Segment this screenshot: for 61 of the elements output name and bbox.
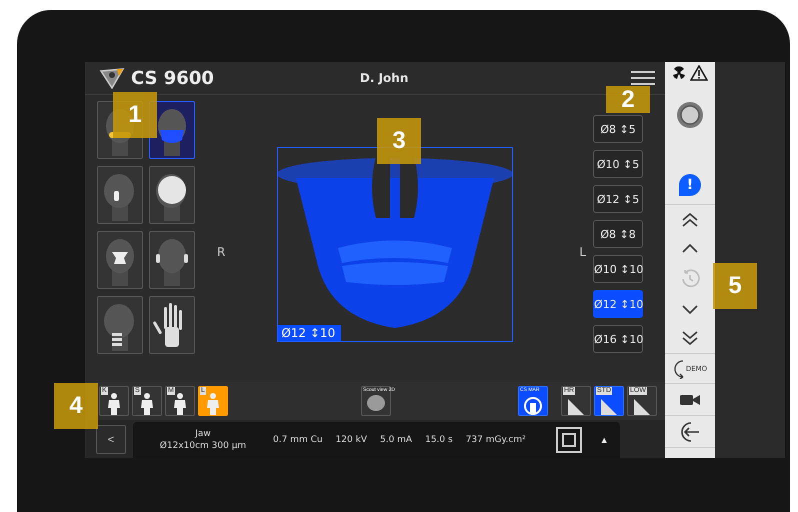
- anatomy-button[interactable]: [149, 296, 195, 354]
- radiation-icon: [672, 66, 686, 80]
- knob-icon[interactable]: [676, 101, 704, 129]
- head-front-icon: [158, 109, 186, 156]
- double-up-chevron-icon[interactable]: [681, 213, 699, 227]
- field-of-view-option[interactable]: Ø10 ↕10: [593, 255, 644, 283]
- anatomy-button[interactable]: [97, 231, 143, 289]
- head-front-icon: [106, 239, 134, 286]
- field-of-view-option[interactable]: Ø8 ↕5: [593, 115, 644, 143]
- field-of-view-option[interactable]: Ø8 ↕8: [593, 220, 644, 248]
- voltage-value: 120 kV: [336, 435, 367, 445]
- person-icon: [205, 393, 221, 415]
- filter-value: 0.7 mm Cu: [273, 435, 323, 445]
- anatomy-button[interactable]: [149, 166, 195, 224]
- alert-badge[interactable]: !: [679, 174, 701, 196]
- field-of-view-label: Ø12 ↕10: [278, 325, 342, 341]
- exit-icon[interactable]: [679, 420, 701, 442]
- left-side-label: L: [579, 245, 586, 259]
- head-profile-icon: [104, 304, 134, 351]
- field-of-view-option[interactable]: Ø16 ↕10: [593, 325, 644, 353]
- person-icon: [106, 393, 122, 415]
- region-label: Jaw: [195, 428, 211, 440]
- head-front-icon: [156, 239, 188, 286]
- curved-arrow-icon: [672, 358, 685, 378]
- anatomy-button[interactable]: [149, 231, 195, 289]
- down-chevron-icon[interactable]: [681, 305, 699, 315]
- double-down-chevron-icon[interactable]: [681, 331, 699, 345]
- patient-name: D. John: [360, 71, 408, 85]
- up-chevron-icon[interactable]: [681, 243, 699, 253]
- callout-number: 5: [713, 263, 757, 309]
- hand-xray-icon: [152, 303, 182, 347]
- person-icon: [139, 393, 155, 415]
- triangle-icon: [632, 397, 652, 415]
- person-icon: [172, 393, 188, 415]
- field-of-view-option[interactable]: Ø12 ↕5: [593, 185, 644, 213]
- current-value: 5.0 mA: [380, 435, 412, 445]
- field-of-view-option[interactable]: Ø10 ↕5: [593, 150, 644, 178]
- head-icon: [365, 394, 387, 412]
- callout-number: 1: [113, 92, 157, 138]
- anatomy-button[interactable]: [97, 296, 143, 354]
- back-button[interactable]: <: [96, 425, 126, 454]
- menu-icon[interactable]: [631, 70, 655, 86]
- field-of-view-option[interactable]: Ø12 ↕10: [593, 290, 644, 318]
- volume-label: Ø12x10cm 300 µm: [160, 440, 246, 452]
- collimation-icon[interactable]: [556, 427, 582, 453]
- callout-number: 3: [377, 118, 421, 164]
- right-side-label: R: [217, 245, 226, 259]
- dose-value: 737 mGy.cm²: [466, 435, 526, 445]
- time-value: 15.0 s: [425, 435, 453, 445]
- camera-icon[interactable]: [680, 394, 700, 406]
- expand-button[interactable]: ▲: [600, 435, 609, 445]
- warning-icon: [690, 65, 708, 81]
- triangle-icon: [599, 397, 619, 415]
- product-name: CS 9600: [131, 68, 214, 88]
- callout-number: 4: [54, 383, 98, 429]
- triangle-icon: [566, 397, 586, 415]
- ring-icon: [523, 397, 543, 415]
- logo-icon: [99, 67, 125, 89]
- head-profile-icon: [104, 174, 134, 221]
- callout-number: 2: [606, 86, 650, 113]
- head-profile-icon: [156, 174, 186, 221]
